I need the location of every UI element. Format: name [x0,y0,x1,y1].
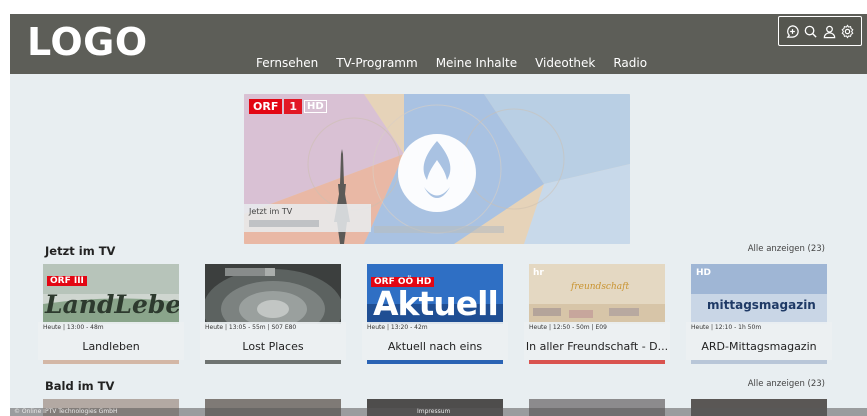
card-thumbnail: HD mittagsmagazin [691,264,827,324]
card-progress-bar [529,360,665,364]
card-info: Heute | 12:50 - 50m | E09 In aller Freun… [524,322,670,360]
footer-imprint-link[interactable]: Impressum [417,408,450,415]
mittagsmagazin-artwork [691,264,827,324]
program-card-landleben[interactable]: ORF III LandLeben Heute | 13:00 - 48m La… [38,264,184,364]
section-title-now: Jetzt im TV [45,244,116,258]
program-card-lost-places[interactable]: Heute | 13:05 - 55m | S07 E80 Lost Place… [200,264,346,364]
card-thumbnail: ORF III LandLeben [43,264,179,324]
card-title: ARD-Mittagsmagazin [701,340,817,353]
logo[interactable]: LOGO [27,20,148,64]
card-art-text: freundschaft [571,282,630,292]
card-title: Landleben [82,340,140,353]
nav-item-tv-programm[interactable]: TV-Programm [336,56,418,70]
section-title-soon: Bald im TV [45,379,115,393]
card-title: Aktuell nach eins [387,340,483,353]
card-thumbnail [205,264,341,324]
card-info: Heute | 13:05 - 55m | S07 E80 Lost Place… [200,322,346,360]
program-card-ard-mittagsmagazin[interactable]: HD mittagsmagazin Heute | 12:10 - 1h 50m… [686,264,832,364]
hero-subtitle-blur [374,226,504,233]
main-nav: Fernsehen TV-Programm Meine Inhalte Vide… [256,56,665,70]
user-icon[interactable] [821,23,838,40]
nav-item-meine-inhalte[interactable]: Meine Inhalte [436,56,517,70]
card-meta: Heute | 13:20 - 42m [367,324,428,331]
program-card-in-aller-freundschaft[interactable]: hr freundschaft Heute | 12:50 - 50m | E0… [524,264,670,364]
card-info: Heute | 12:10 - 1h 50m ARD-Mittagsmagazi… [686,322,832,360]
footer-bar: © Online IPTV Technologies GmbH Impressu… [10,408,867,416]
freundschaft-artwork [529,264,665,324]
card-channel-logo: HD [696,268,712,278]
card-info: Heute | 13:00 - 48m Landleben [38,322,184,360]
card-title: Lost Places [242,340,304,353]
card-meta: Heute | 12:10 - 1h 50m [691,324,762,331]
card-meta: Heute | 12:50 - 50m | E09 [529,324,607,331]
see-all-soon-link[interactable]: Alle anzeigen (23) [748,379,825,389]
add-chat-icon[interactable] [784,23,801,40]
header-icon-group [778,16,862,46]
card-info: Heute | 13:20 - 42m Aktuell nach eins [362,322,508,360]
card-channel-logo: hr [533,268,544,278]
hero-channel-logo: ORF 1 HD [249,99,327,114]
card-meta: Heute | 13:05 - 55m | S07 E80 [205,324,297,331]
card-progress-bar [691,360,827,364]
program-card-aktuell[interactable]: ORF OÖ HD Aktuell Heute | 13:20 - 42m Ak… [362,264,508,364]
hero-caption: Jetzt im TV [244,204,371,232]
card-thumbnail: ORF OÖ HD Aktuell [367,264,503,324]
lost-places-artwork [205,264,341,324]
card-thumbnail: hr freundschaft [529,264,665,324]
card-art-text: mittagsmagazin [707,298,816,312]
card-progress-bar [205,360,341,364]
search-icon[interactable] [802,23,819,40]
now-row: ORF III LandLeben Heute | 13:00 - 48m La… [38,264,843,364]
card-meta: Heute | 13:00 - 48m [43,324,104,331]
card-title: In aller Freundschaft - D... [525,340,669,353]
hero-caption-label: Jetzt im TV [249,207,293,216]
card-art-text: Aktuell [373,284,499,323]
gear-icon[interactable] [839,23,856,40]
hero-banner[interactable]: ORF 1 HD Jetzt im TV [244,94,630,244]
footer-copyright: © Online IPTV Technologies GmbH [14,408,118,415]
nav-item-radio[interactable]: Radio [613,56,647,70]
card-progress-bar [367,360,503,364]
nav-item-fernsehen[interactable]: Fernsehen [256,56,318,70]
hero-caption-blur [249,220,319,227]
nav-item-videothek[interactable]: Videothek [535,56,595,70]
card-progress-bar [43,360,179,364]
card-art-text: LandLeben [45,290,179,319]
header: LOGO Fernsehen TV-Programm Meine Inhalte… [10,14,867,74]
card-channel-logo: ORF III [47,268,87,287]
see-all-now-link[interactable]: Alle anzeigen (23) [748,244,825,254]
app-window: LOGO Fernsehen TV-Programm Meine Inhalte… [10,14,867,416]
